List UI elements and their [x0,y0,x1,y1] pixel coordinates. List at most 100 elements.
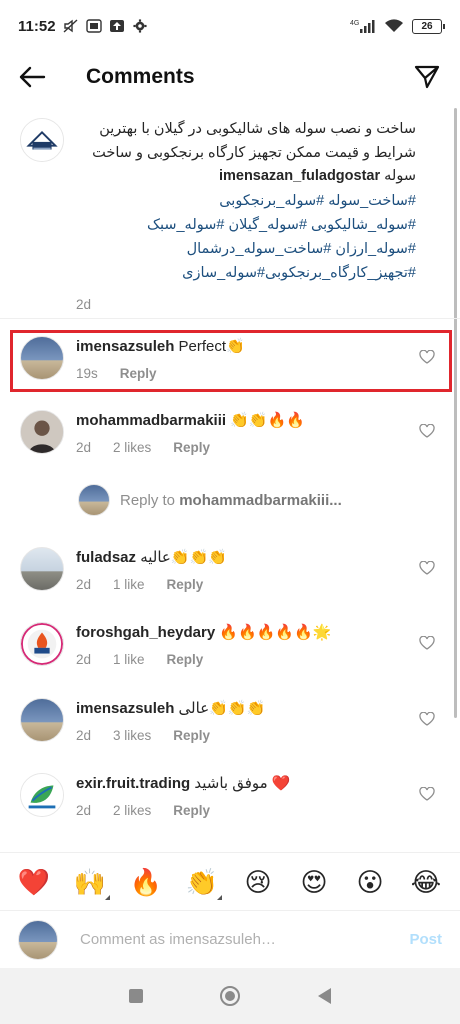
hashtag-line[interactable]: #ساخت_سوله #سوله_برنجکوبی [76,189,416,213]
comment-time: 2d [76,577,92,592]
reply-button[interactable]: Reply [173,440,210,455]
comment-item: exir.fruit.trading موفق باشید ❤️ 2d 2 li… [0,773,460,818]
comment-username[interactable]: fuladsaz [76,549,136,566]
status-bar: 11:52 4G 26 [0,0,460,52]
comment-time: 2d [76,652,92,667]
send-icon [414,65,440,89]
comment-content: عالی👏👏👏 [178,700,266,717]
comment-likes[interactable]: 1 like [113,577,145,592]
arrow-left-icon [19,66,46,88]
comment-composer: Post [0,910,460,968]
heart-icon[interactable] [419,712,435,726]
post-button[interactable]: Post [409,931,442,948]
system-back-button[interactable] [318,988,332,1004]
emoji-fire-button[interactable]: 🔥 [126,862,166,902]
hashtag-line[interactable]: #سوله_شالیکوبی #سوله_گیلان #سوله_سبک [76,213,416,237]
share-button[interactable] [412,62,442,92]
header: Comments [0,52,460,102]
person-avatar-icon [21,411,63,453]
company-logo-icon [21,119,63,161]
emoji-surprised-button[interactable]: 😮 [350,862,390,902]
upload-icon [109,20,124,32]
system-nav-bar [0,968,460,1024]
comment-text: mohammadbarmakiii 👏👏🔥🔥 [76,410,440,432]
emoji-reaction-bar: ❤️ 🙌 🔥 👏 😢 😍 😮 😂 [0,852,460,910]
comment-username[interactable]: mohammadbarmakiii [76,412,226,429]
highlight-box [10,330,452,392]
comment-content: 👏👏🔥🔥 [230,412,305,429]
reply-button[interactable]: Reply [173,803,210,818]
reply-button[interactable]: Reply [173,728,210,743]
emoji-heart-eyes-button[interactable]: 😍 [294,862,334,902]
store-logo-icon [21,623,63,665]
comment-time: 2d [76,728,92,743]
comment-text: fuladsaz عالیه👏👏👏 [76,547,440,569]
heart-icon[interactable] [419,561,435,575]
divider [0,318,460,319]
comment-username[interactable]: exir.fruit.trading [76,775,190,792]
heart-icon[interactable] [419,787,435,801]
comment-text: foroshgah_heydary 🔥🔥🔥🔥🔥🌟 [76,622,440,644]
avatar[interactable] [20,118,64,162]
comment-content: موفق باشید ❤️ [194,775,291,792]
comment-item: imensazsuleh عالی👏👏👏 2d 3 likes Reply [0,698,460,743]
recents-button[interactable] [128,989,143,1003]
avatar[interactable] [20,773,64,817]
reply-to-label[interactable]: Reply to mohammadbarmakiii... [120,492,342,509]
reply-username: mohammadbarmakiii... [179,491,342,509]
network-label: 4G [350,20,359,27]
post-caption: ساخت و نصب سوله های شالیکوبی در گیلان با… [0,118,460,312]
comment-item: fuladsaz عالیه👏👏👏 2d 1 like Reply [0,547,460,592]
emoji-raised-hands-button[interactable]: 🙌 [70,862,110,902]
comment-time: 2d [76,803,92,818]
avatar[interactable] [20,410,64,454]
gear-icon [132,19,147,33]
avatar[interactable] [20,698,64,742]
wifi-icon [385,19,403,32]
comment-item: mohammadbarmakiii 👏👏🔥🔥 2d 2 likes Reply [0,410,460,455]
hashtag-line[interactable]: #تجهیز_کارگاه_برنجکوبی#سوله_سازی [76,261,416,285]
back-button[interactable] [18,62,48,92]
emoji-glyph: 🙌 [73,866,107,897]
mute-icon [63,19,78,33]
comment-likes[interactable]: 2 likes [113,803,151,818]
emoji-clap-button[interactable]: 👏 [182,862,222,902]
comment-text: exir.fruit.trading موفق باشید ❤️ [76,773,440,795]
comment-likes[interactable]: 2 likes [113,440,151,455]
heart-icon[interactable] [419,636,435,650]
emoji-crying-button[interactable]: 😢 [238,862,278,902]
reply-button[interactable]: Reply [167,652,204,667]
page-title: Comments [86,65,195,88]
notification-app-icon [85,19,102,33]
emoji-heart-button[interactable]: ❤️ [14,862,54,902]
hashtag-line[interactable]: #سوله_ارزان #ساخت_سوله_درشمال [76,237,416,261]
skin-tone-indicator [217,894,222,900]
avatar [78,484,110,516]
hashtag-list: #ساخت_سوله #سوله_برنجکوبی #سوله_شالیکوبی… [76,189,416,285]
reply-thread-row[interactable]: Reply to mohammadbarmakiii... [78,484,342,516]
comment-content: عالیه👏👏👏 [140,549,227,566]
emoji-laughing-button[interactable]: 😂 [406,862,446,902]
comment-input[interactable] [80,931,402,948]
comment-likes[interactable]: 1 like [113,652,145,667]
comment-likes[interactable]: 3 likes [113,728,151,743]
emoji-glyph: 👏 [185,866,219,897]
leaf-logo-icon [21,774,63,816]
skin-tone-indicator [105,894,110,900]
avatar[interactable] [20,622,64,666]
battery-icon: 26 [412,18,445,34]
caption-time: 2d [76,296,92,312]
comment-username[interactable]: imensazsuleh [76,700,174,717]
heart-icon[interactable] [419,424,435,438]
caption-username[interactable]: imensazan_fuladgostar [219,168,380,184]
reply-button[interactable]: Reply [167,577,204,592]
home-button[interactable] [220,986,241,1006]
signal-icon: 4G [350,20,375,33]
reply-prefix: Reply to [120,491,180,509]
comment-content: 🔥🔥🔥🔥🔥🌟 [219,624,332,641]
status-time: 11:52 [18,17,56,35]
caption-text: ساخت و نصب سوله های شالیکوبی در گیلان با… [76,118,416,189]
comment-username[interactable]: foroshgah_heydary [76,624,215,641]
avatar[interactable] [20,547,64,591]
comment-text: imensazsuleh عالی👏👏👏 [76,698,440,720]
